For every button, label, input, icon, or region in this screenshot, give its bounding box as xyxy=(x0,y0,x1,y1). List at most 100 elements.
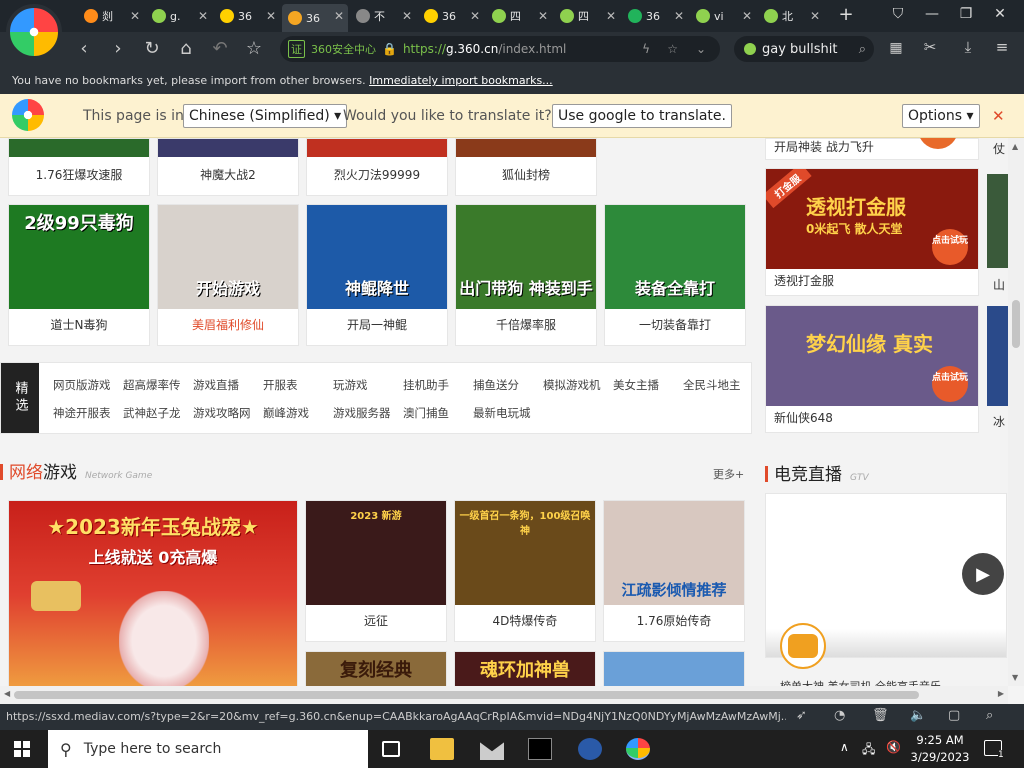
featured-link[interactable]: 开服表 xyxy=(263,377,298,393)
game-card[interactable]: 烈火刀法99999 xyxy=(306,138,448,196)
featured-link[interactable]: 玩游戏 xyxy=(333,377,368,393)
sound-icon[interactable]: 🔈 xyxy=(910,708,926,723)
game-card[interactable]: 狐仙封榜 xyxy=(455,138,597,196)
side-card-top[interactable]: 开局神装 战力飞升 xyxy=(765,138,979,160)
rocket-icon[interactable]: ➶ xyxy=(796,708,807,723)
import-bookmarks-link[interactable]: Immediately import bookmarks... xyxy=(369,74,553,87)
terminal-icon[interactable] xyxy=(528,738,552,760)
search-field[interactable]: gay bullshit ⌕ xyxy=(734,36,874,62)
tab[interactable]: 36 ✕ xyxy=(622,4,688,28)
tab[interactable]: 36 ✕ xyxy=(214,4,280,28)
tab[interactable]: 36 ✕ xyxy=(418,4,484,28)
close-tab-icon[interactable]: ✕ xyxy=(130,9,140,23)
shirt-icon[interactable]: ⛉ xyxy=(888,6,908,22)
tab[interactable]: 四 ✕ xyxy=(486,4,552,28)
minimize-icon[interactable]: — xyxy=(922,6,942,22)
browser-taskbar-icon[interactable] xyxy=(626,738,650,760)
featured-link[interactable]: 游戏服务器 xyxy=(333,405,391,421)
scroll-up-icon[interactable]: ▲ xyxy=(1012,142,1018,151)
featured-link[interactable]: 超高爆率传 xyxy=(123,377,181,393)
featured-link[interactable]: 模拟游戏机 xyxy=(543,377,601,393)
featured-link[interactable]: 网页版游戏 xyxy=(53,377,111,393)
featured-link[interactable]: 神途开服表 xyxy=(53,405,111,421)
game-card[interactable]: 出门带狗 神装到手 千倍爆率服 xyxy=(455,204,597,346)
translate-button[interactable]: Use google to translate. xyxy=(552,103,732,128)
tab[interactable]: vi ✕ xyxy=(690,4,756,28)
taskbar-search[interactable]: ⚲ Type here to search xyxy=(48,730,368,768)
window-icon[interactable]: ▢ xyxy=(948,708,960,723)
options-button[interactable]: Options ▾ xyxy=(902,103,980,128)
featured-link[interactable]: 游戏攻略网 xyxy=(193,405,251,421)
close-tab-icon[interactable]: ✕ xyxy=(538,9,548,23)
side-game-card[interactable]: 梦幻仙缘 真实 点击试玩 新仙侠648 xyxy=(765,305,979,433)
featured-link[interactable]: 全民斗地主 xyxy=(683,377,741,393)
zoom-icon[interactable]: ⌕ xyxy=(986,708,993,723)
favorite-icon[interactable]: ☆ xyxy=(667,42,678,56)
game-card[interactable]: 装备全靠打 一切装备靠打 xyxy=(604,204,746,346)
close-tab-icon[interactable]: ✕ xyxy=(674,9,684,23)
close-tab-icon[interactable]: ✕ xyxy=(266,9,276,23)
game-card[interactable]: 2级99只毒狗 道士N毒狗 xyxy=(8,204,150,346)
scissors-icon[interactable]: ✂ xyxy=(918,38,942,56)
speed-icon[interactable]: ◔ xyxy=(834,708,845,723)
undo-icon[interactable]: ↶ xyxy=(208,38,232,59)
forward-icon[interactable]: › xyxy=(106,38,130,59)
horizontal-scrollbar[interactable]: ◀ ▶ xyxy=(0,686,1008,704)
network-game-card[interactable]: 江疏影倾情推荐 1.76原始传奇 xyxy=(603,500,745,642)
search-icon[interactable]: ⌕ xyxy=(859,42,866,57)
apps-grid-icon[interactable]: ▦ xyxy=(884,40,908,56)
horizontal-scroll-thumb[interactable] xyxy=(14,691,919,699)
download-icon[interactable]: ⤓ xyxy=(956,38,980,56)
featured-link[interactable]: 澳门捕鱼 xyxy=(403,405,449,421)
close-window-icon[interactable]: ✕ xyxy=(990,6,1010,22)
refresh-icon[interactable]: ↻ xyxy=(140,38,164,59)
network-game-card[interactable] xyxy=(603,651,745,686)
game-card[interactable]: 神魔大战2 xyxy=(157,138,299,196)
game-card[interactable]: 1.76狂爆攻速服 xyxy=(8,138,150,196)
close-tab-icon[interactable]: ✕ xyxy=(742,9,752,23)
vertical-scroll-thumb[interactable] xyxy=(1012,300,1020,348)
tab[interactable]: 剡 ✕ xyxy=(78,4,144,28)
tab[interactable]: 北 ✕ xyxy=(758,4,824,28)
side-game-card[interactable]: 透视打金服 0米起飞 散人天堂 打金服 点击试玩 透视打金服 xyxy=(765,168,979,296)
file-explorer-icon[interactable] xyxy=(430,738,454,760)
tab[interactable]: 36 ✕ xyxy=(282,4,348,32)
game-card[interactable]: 神鲲降世 开局一神鲲 xyxy=(306,204,448,346)
tab[interactable]: 四 ✕ xyxy=(554,4,620,28)
close-tab-icon[interactable]: ✕ xyxy=(810,9,820,23)
network-app-icon[interactable] xyxy=(578,738,602,760)
browser-logo-icon[interactable] xyxy=(6,4,62,60)
close-tab-icon[interactable]: ✕ xyxy=(198,9,208,23)
tab[interactable]: g. ✕ xyxy=(146,4,212,28)
play-video-icon[interactable]: ▶ xyxy=(962,553,1004,595)
network-game-card[interactable]: 一级首召一条狗，100级召唤神 4D特爆传奇 xyxy=(454,500,596,642)
close-tab-icon[interactable]: ✕ xyxy=(606,9,616,23)
close-tab-icon[interactable]: ✕ xyxy=(334,9,344,23)
clock[interactable]: 9:25 AM 3/29/2023 xyxy=(910,732,970,766)
mail-icon[interactable] xyxy=(480,742,504,760)
network-game-card[interactable]: 魂环加神兽 xyxy=(454,651,596,686)
vertical-scrollbar[interactable]: ▲ ▼ xyxy=(1008,138,1024,686)
side-right-image[interactable] xyxy=(987,174,1008,268)
featured-link[interactable]: 捕鱼送分 xyxy=(473,377,519,393)
close-translate-icon[interactable]: ✕ xyxy=(992,107,1005,125)
url-field[interactable]: 证 360安全中心 🔒 https://g.360.cn/index.html … xyxy=(280,36,720,62)
home-icon[interactable]: ⌂ xyxy=(174,38,198,59)
scroll-right-icon[interactable]: ▶ xyxy=(998,689,1004,698)
featured-link[interactable]: 武神赵子龙 xyxy=(123,405,181,421)
task-view-icon[interactable] xyxy=(382,741,400,757)
featured-link[interactable]: 挂机助手 xyxy=(403,377,449,393)
more-link[interactable]: 更多+ xyxy=(713,466,744,482)
volume-tray-icon[interactable]: 🔇 xyxy=(886,740,901,754)
lightning-icon[interactable]: ϟ xyxy=(642,42,650,56)
start-icon[interactable] xyxy=(14,741,30,757)
tab[interactable]: 不 ✕ xyxy=(350,4,416,28)
trash-icon[interactable]: 🗑 xyxy=(872,708,889,723)
featured-link[interactable]: 最新电玩城 xyxy=(473,405,531,421)
close-tab-icon[interactable]: ✕ xyxy=(470,9,480,23)
back-icon[interactable]: ‹ xyxy=(72,38,96,59)
game-card[interactable]: 开始游戏 美眉福利修仙 xyxy=(157,204,299,346)
menu-icon[interactable]: ≡ xyxy=(990,38,1014,56)
scroll-left-icon[interactable]: ◀ xyxy=(4,689,10,698)
language-select[interactable]: Chinese (Simplified) ▾ xyxy=(183,103,348,128)
